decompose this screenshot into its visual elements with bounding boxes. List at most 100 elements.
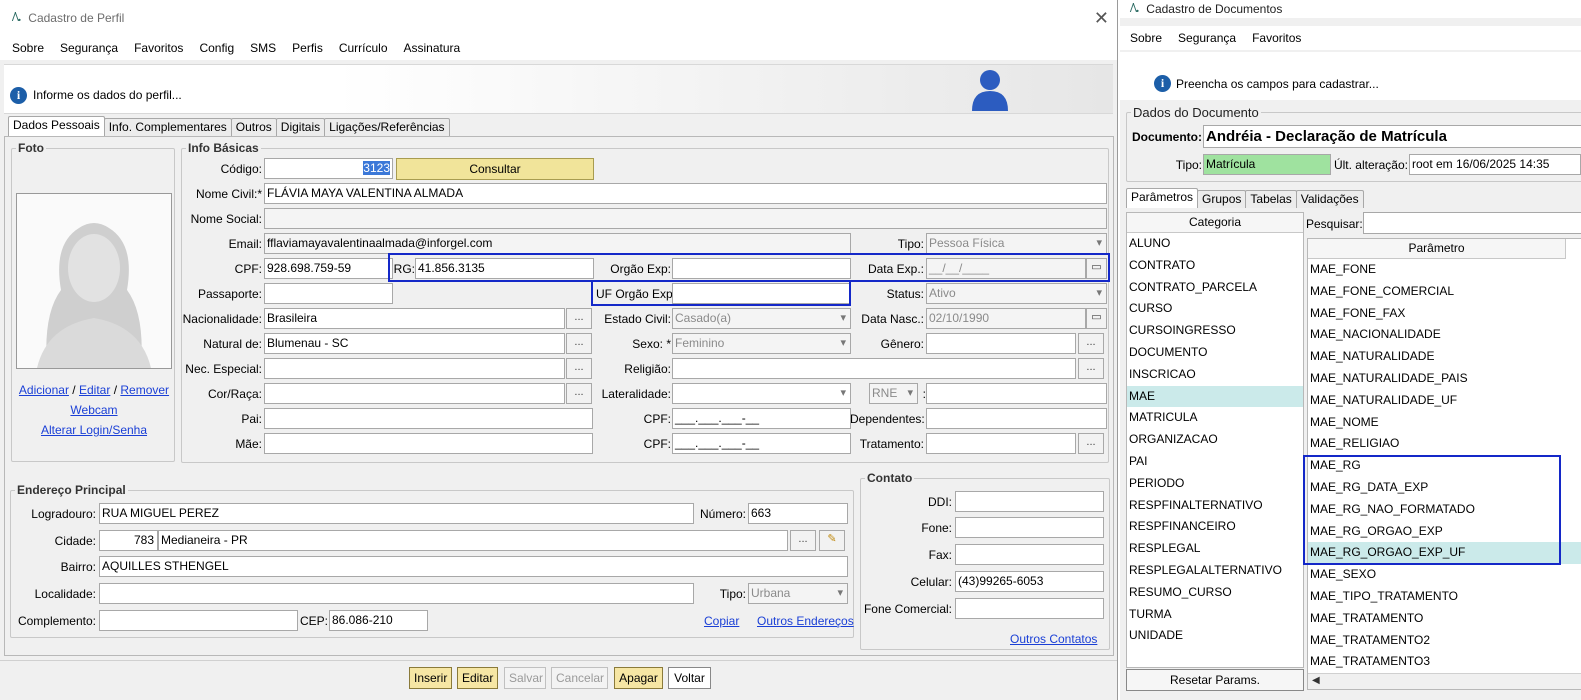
complemento-input[interactable] — [99, 610, 298, 631]
categoria-item[interactable]: ORGANIZACAO — [1127, 429, 1303, 451]
dependentes-input[interactable] — [926, 408, 1107, 429]
categoria-item[interactable]: CURSOINGRESSO — [1127, 320, 1303, 342]
estado-civil-select[interactable]: Casado(a) — [672, 308, 851, 329]
pesquisar-input[interactable] — [1363, 212, 1581, 234]
menu-assinatura[interactable]: Assinatura — [404, 41, 461, 55]
bairro-input[interactable]: AQUILLES STHENGEL — [99, 556, 848, 577]
tab-info-complementares[interactable]: Info. Complementares — [103, 118, 232, 136]
parametro-item[interactable]: MAE_FONE_COMERCIAL — [1308, 281, 1581, 303]
docs-menu-seguranca[interactable]: Segurança — [1178, 31, 1236, 45]
nacionalidade-input[interactable]: Brasileira — [264, 308, 565, 329]
consultar-button[interactable]: Consultar — [396, 158, 594, 180]
sexo-select[interactable]: Feminino — [672, 333, 851, 354]
pencil-icon[interactable]: ✎ — [819, 530, 845, 551]
categoria-item[interactable]: CONTRATO — [1127, 255, 1303, 277]
tab-grupos[interactable]: Grupos — [1197, 190, 1247, 208]
cidade-input[interactable]: Medianeira - PR — [158, 530, 788, 551]
parametro-item[interactable]: MAE_NATURALIDADE_UF — [1308, 390, 1581, 412]
tab-outros[interactable]: Outros — [230, 118, 277, 136]
menu-config[interactable]: Config — [199, 41, 234, 55]
adicionar-link[interactable]: Adicionar — [19, 383, 69, 397]
fone-input[interactable] — [955, 517, 1104, 538]
endereco-tipo-select[interactable]: Urbana — [748, 583, 848, 604]
categoria-item[interactable]: MATRICULA — [1127, 407, 1303, 429]
cpf-pai-input[interactable]: ___.___.___-__ — [672, 408, 851, 429]
categoria-item[interactable]: DOCUMENTO — [1127, 342, 1303, 364]
rne-input[interactable] — [926, 383, 1107, 404]
tratamento-input[interactable] — [926, 433, 1076, 454]
tab-digitais[interactable]: Digitais — [275, 118, 326, 136]
lateralidade-select[interactable] — [672, 383, 851, 404]
tipo-select[interactable]: Pessoa Física — [926, 233, 1107, 254]
categoria-item[interactable]: RESPLEGALALTERNATIVO — [1127, 560, 1303, 582]
email-input[interactable]: fflaviamayavalentinaalmada@inforgel.com — [264, 233, 851, 254]
categoria-item[interactable]: ALUNO — [1127, 233, 1303, 255]
pai-input[interactable] — [264, 408, 593, 429]
cidade-lookup-button[interactable]: ... — [790, 530, 816, 551]
natural-lookup-button[interactable]: ... — [566, 333, 592, 354]
categoria-item[interactable]: PERIODO — [1127, 473, 1303, 495]
menu-sobre[interactable]: Sobre — [12, 41, 44, 55]
genero-input[interactable] — [926, 333, 1076, 354]
tab-ligacoes[interactable]: Ligações/Referências — [324, 118, 450, 136]
salvar-button[interactable]: Salvar — [504, 667, 546, 689]
menu-perfis[interactable]: Perfis — [292, 41, 323, 55]
genero-lookup-button[interactable]: ... — [1078, 333, 1104, 354]
resetar-params-button[interactable]: Resetar Params. — [1126, 669, 1304, 691]
passaporte-input[interactable] — [264, 283, 393, 304]
tab-dados-pessoais[interactable]: Dados Pessoais — [8, 116, 105, 136]
menu-curriculo[interactable]: Currículo — [339, 41, 388, 55]
outros-contatos-link[interactable]: Outros Contatos — [1010, 632, 1097, 646]
documento-input[interactable]: Andréia - Declaração de Matrícula — [1203, 125, 1581, 148]
tab-validacoes[interactable]: Validações — [1295, 190, 1364, 208]
docs-tipo-input[interactable]: Matrícula — [1203, 154, 1331, 175]
copiar-link[interactable]: Copiar — [704, 614, 739, 628]
outros-enderecos-link[interactable]: Outros Endereços — [757, 614, 854, 628]
tab-tabelas[interactable]: Tabelas — [1245, 190, 1297, 208]
parametro-item[interactable]: MAE_NOME — [1308, 412, 1581, 434]
parametro-item[interactable]: MAE_TRATAMENTO3 — [1308, 651, 1581, 673]
alterar-login-link[interactable]: Alterar Login/Senha — [41, 423, 147, 437]
apagar-button[interactable]: Apagar — [614, 667, 663, 689]
parametro-item[interactable]: MAE_TIPO_TRATAMENTO — [1308, 586, 1581, 608]
rne-select[interactable]: RNE — [869, 383, 918, 404]
parametro-item[interactable]: MAE_FONE_FAX — [1308, 303, 1581, 325]
nacionalidade-lookup-button[interactable]: ... — [566, 308, 592, 329]
status-select[interactable]: Ativo — [926, 283, 1107, 304]
nome-civil-input[interactable]: FLÁVIA MAYA VALENTINA ALMADA — [264, 183, 1107, 204]
cpf-mae-input[interactable]: ___.___.___-__ — [672, 433, 851, 454]
inserir-button[interactable]: Inserir — [409, 667, 452, 689]
categoria-item[interactable]: UNIDADE — [1127, 625, 1303, 647]
celular-input[interactable]: (43)99265-6053 — [955, 571, 1104, 592]
codigo-input[interactable]: 3123 — [264, 158, 393, 179]
cor-raca-lookup-button[interactable]: ... — [566, 383, 592, 404]
categoria-item[interactable]: TURMA — [1127, 604, 1303, 626]
parametro-item[interactable]: MAE_NATURALIDADE_PAIS — [1308, 368, 1581, 390]
ddi-input[interactable] — [955, 491, 1104, 512]
tratamento-lookup-button[interactable]: ... — [1078, 433, 1104, 454]
categoria-item[interactable]: PAI — [1127, 451, 1303, 473]
religiao-lookup-button[interactable]: ... — [1078, 358, 1104, 379]
voltar-button[interactable]: Voltar — [668, 667, 711, 689]
fax-input[interactable] — [955, 544, 1104, 565]
categoria-item[interactable]: CONTRATO_PARCELA — [1127, 277, 1303, 299]
data-nasc-input[interactable]: 02/10/1990 — [926, 308, 1086, 329]
docs-menu-favoritos[interactable]: Favoritos — [1252, 31, 1301, 45]
cancelar-button[interactable]: Cancelar — [551, 667, 608, 689]
menu-seguranca[interactable]: Segurança — [60, 41, 118, 55]
webcam-link[interactable]: Webcam — [70, 403, 117, 417]
parametro-item[interactable]: MAE_NATURALIDADE — [1308, 346, 1581, 368]
localidade-input[interactable] — [99, 583, 694, 604]
ult-alteracao-input[interactable]: root em 16/06/2025 14:35 — [1409, 154, 1581, 175]
editar-link[interactable]: Editar — [79, 383, 110, 397]
fone-comercial-input[interactable] — [955, 598, 1104, 619]
parametro-item[interactable]: MAE_RELIGIAO — [1308, 433, 1581, 455]
nec-especial-input[interactable] — [264, 358, 565, 379]
categoria-item[interactable]: RESUMO_CURSO — [1127, 582, 1303, 604]
nome-social-input[interactable] — [264, 208, 1107, 229]
categoria-item[interactable]: RESPLEGAL — [1127, 538, 1303, 560]
natural-input[interactable]: Blumenau - SC — [264, 333, 565, 354]
categoria-item[interactable]: MAE — [1127, 385, 1303, 408]
categoria-item[interactable]: RESPFINANCEIRO — [1127, 516, 1303, 538]
scroll-left-icon[interactable]: ◀ — [1312, 675, 1320, 686]
